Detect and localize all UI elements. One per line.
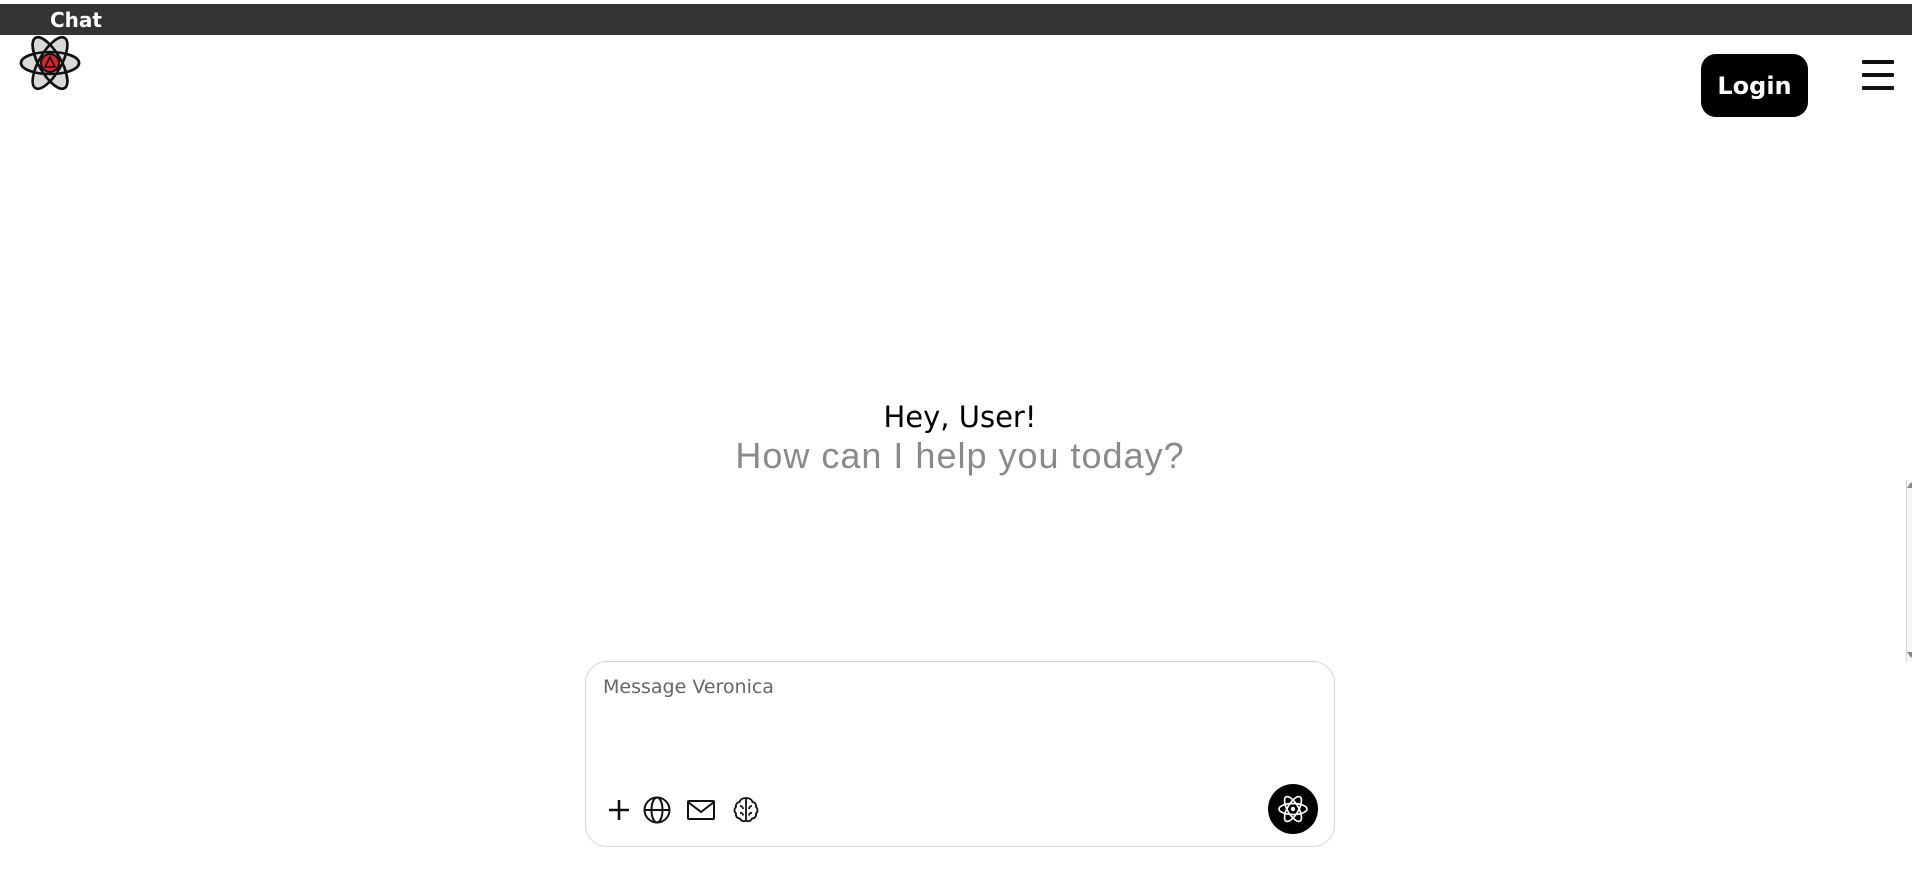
hamburger-menu-icon[interactable] xyxy=(1862,60,1896,90)
globe-icon[interactable] xyxy=(641,794,673,826)
atom-icon xyxy=(1278,795,1308,823)
brain-icon[interactable] xyxy=(730,794,762,826)
send-button[interactable] xyxy=(1268,784,1318,834)
atom-logo-icon[interactable] xyxy=(18,31,82,95)
scrollbar[interactable] xyxy=(1906,480,1912,662)
message-input[interactable] xyxy=(603,676,1315,766)
menu-line xyxy=(1862,60,1894,64)
greeting-subtitle: How can I help you today? xyxy=(735,435,1185,476)
plus-icon[interactable] xyxy=(603,794,635,826)
mail-icon[interactable] xyxy=(685,794,717,826)
scroll-down-arrow-icon[interactable] xyxy=(1907,652,1912,658)
top-bar: Chat xyxy=(0,4,1912,35)
login-button[interactable]: Login xyxy=(1701,54,1808,117)
app-title: Chat xyxy=(50,8,102,32)
scroll-up-arrow-icon[interactable] xyxy=(1907,482,1912,488)
menu-line xyxy=(1862,86,1894,90)
message-composer xyxy=(585,661,1335,847)
greeting-heading: Hey, User! xyxy=(883,400,1037,434)
menu-line xyxy=(1862,73,1894,77)
